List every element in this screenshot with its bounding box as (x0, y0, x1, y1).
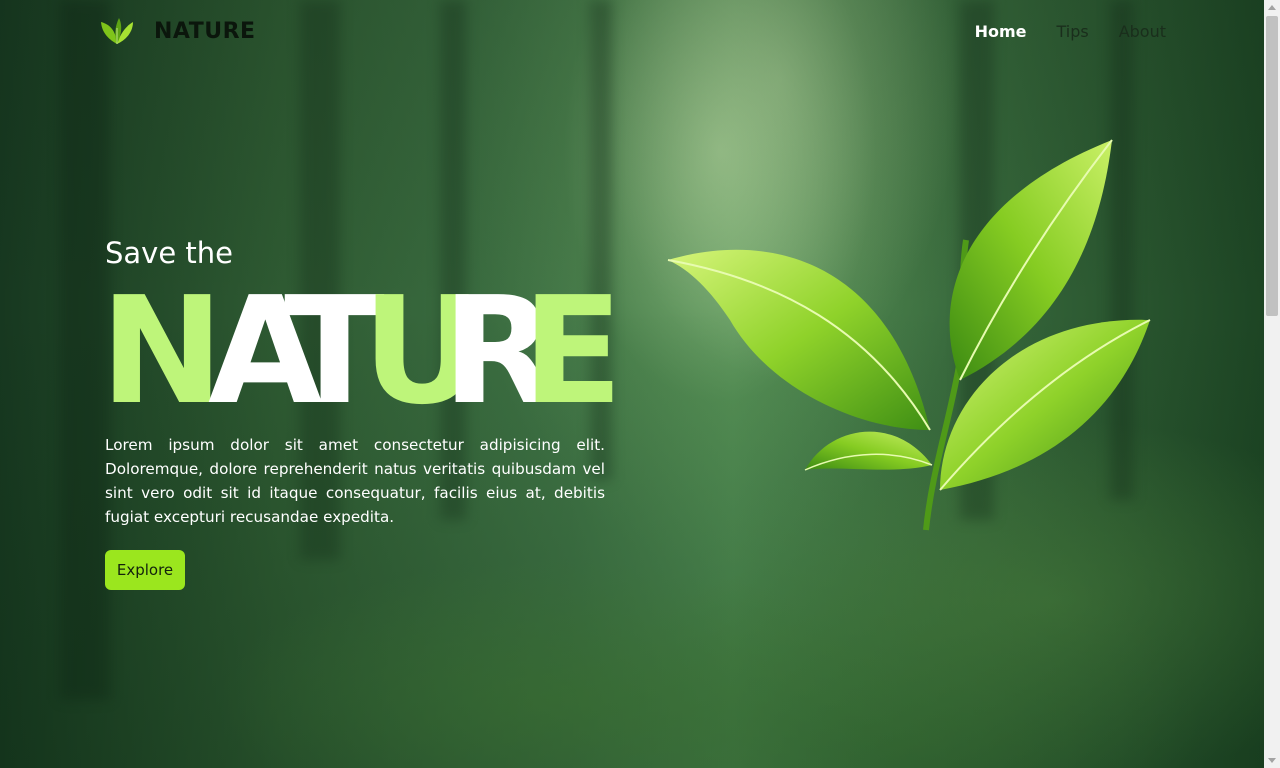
app-window: NATURE Home Tips About N A T U R E Save … (0, 0, 1280, 768)
scroll-up-arrow-icon[interactable] (1268, 5, 1276, 10)
scroll-down-arrow-icon[interactable] (1268, 758, 1276, 763)
scroll-thumb[interactable] (1266, 16, 1278, 316)
logo[interactable]: NATURE (100, 16, 256, 46)
hero-subtitle: Save the (105, 236, 233, 270)
nav-link-about[interactable]: About (1119, 22, 1166, 41)
site-header: NATURE Home Tips About (0, 0, 1264, 66)
hero-paragraph: Lorem ipsum dolor sit amet consectetur a… (105, 436, 605, 526)
explore-button[interactable]: Explore (105, 550, 185, 590)
logo-text: NATURE (154, 18, 256, 44)
hero-letter-n: N (100, 265, 216, 410)
nav-link-home[interactable]: Home (975, 22, 1027, 41)
nav-link-tips[interactable]: Tips (1056, 22, 1088, 41)
green-leaves-icon (667, 139, 1151, 531)
hero-letter-e: E (522, 265, 615, 410)
leaf-logo-icon (101, 18, 133, 44)
main-nav: Home Tips About (975, 22, 1166, 41)
vertical-scrollbar[interactable] (1264, 0, 1280, 768)
